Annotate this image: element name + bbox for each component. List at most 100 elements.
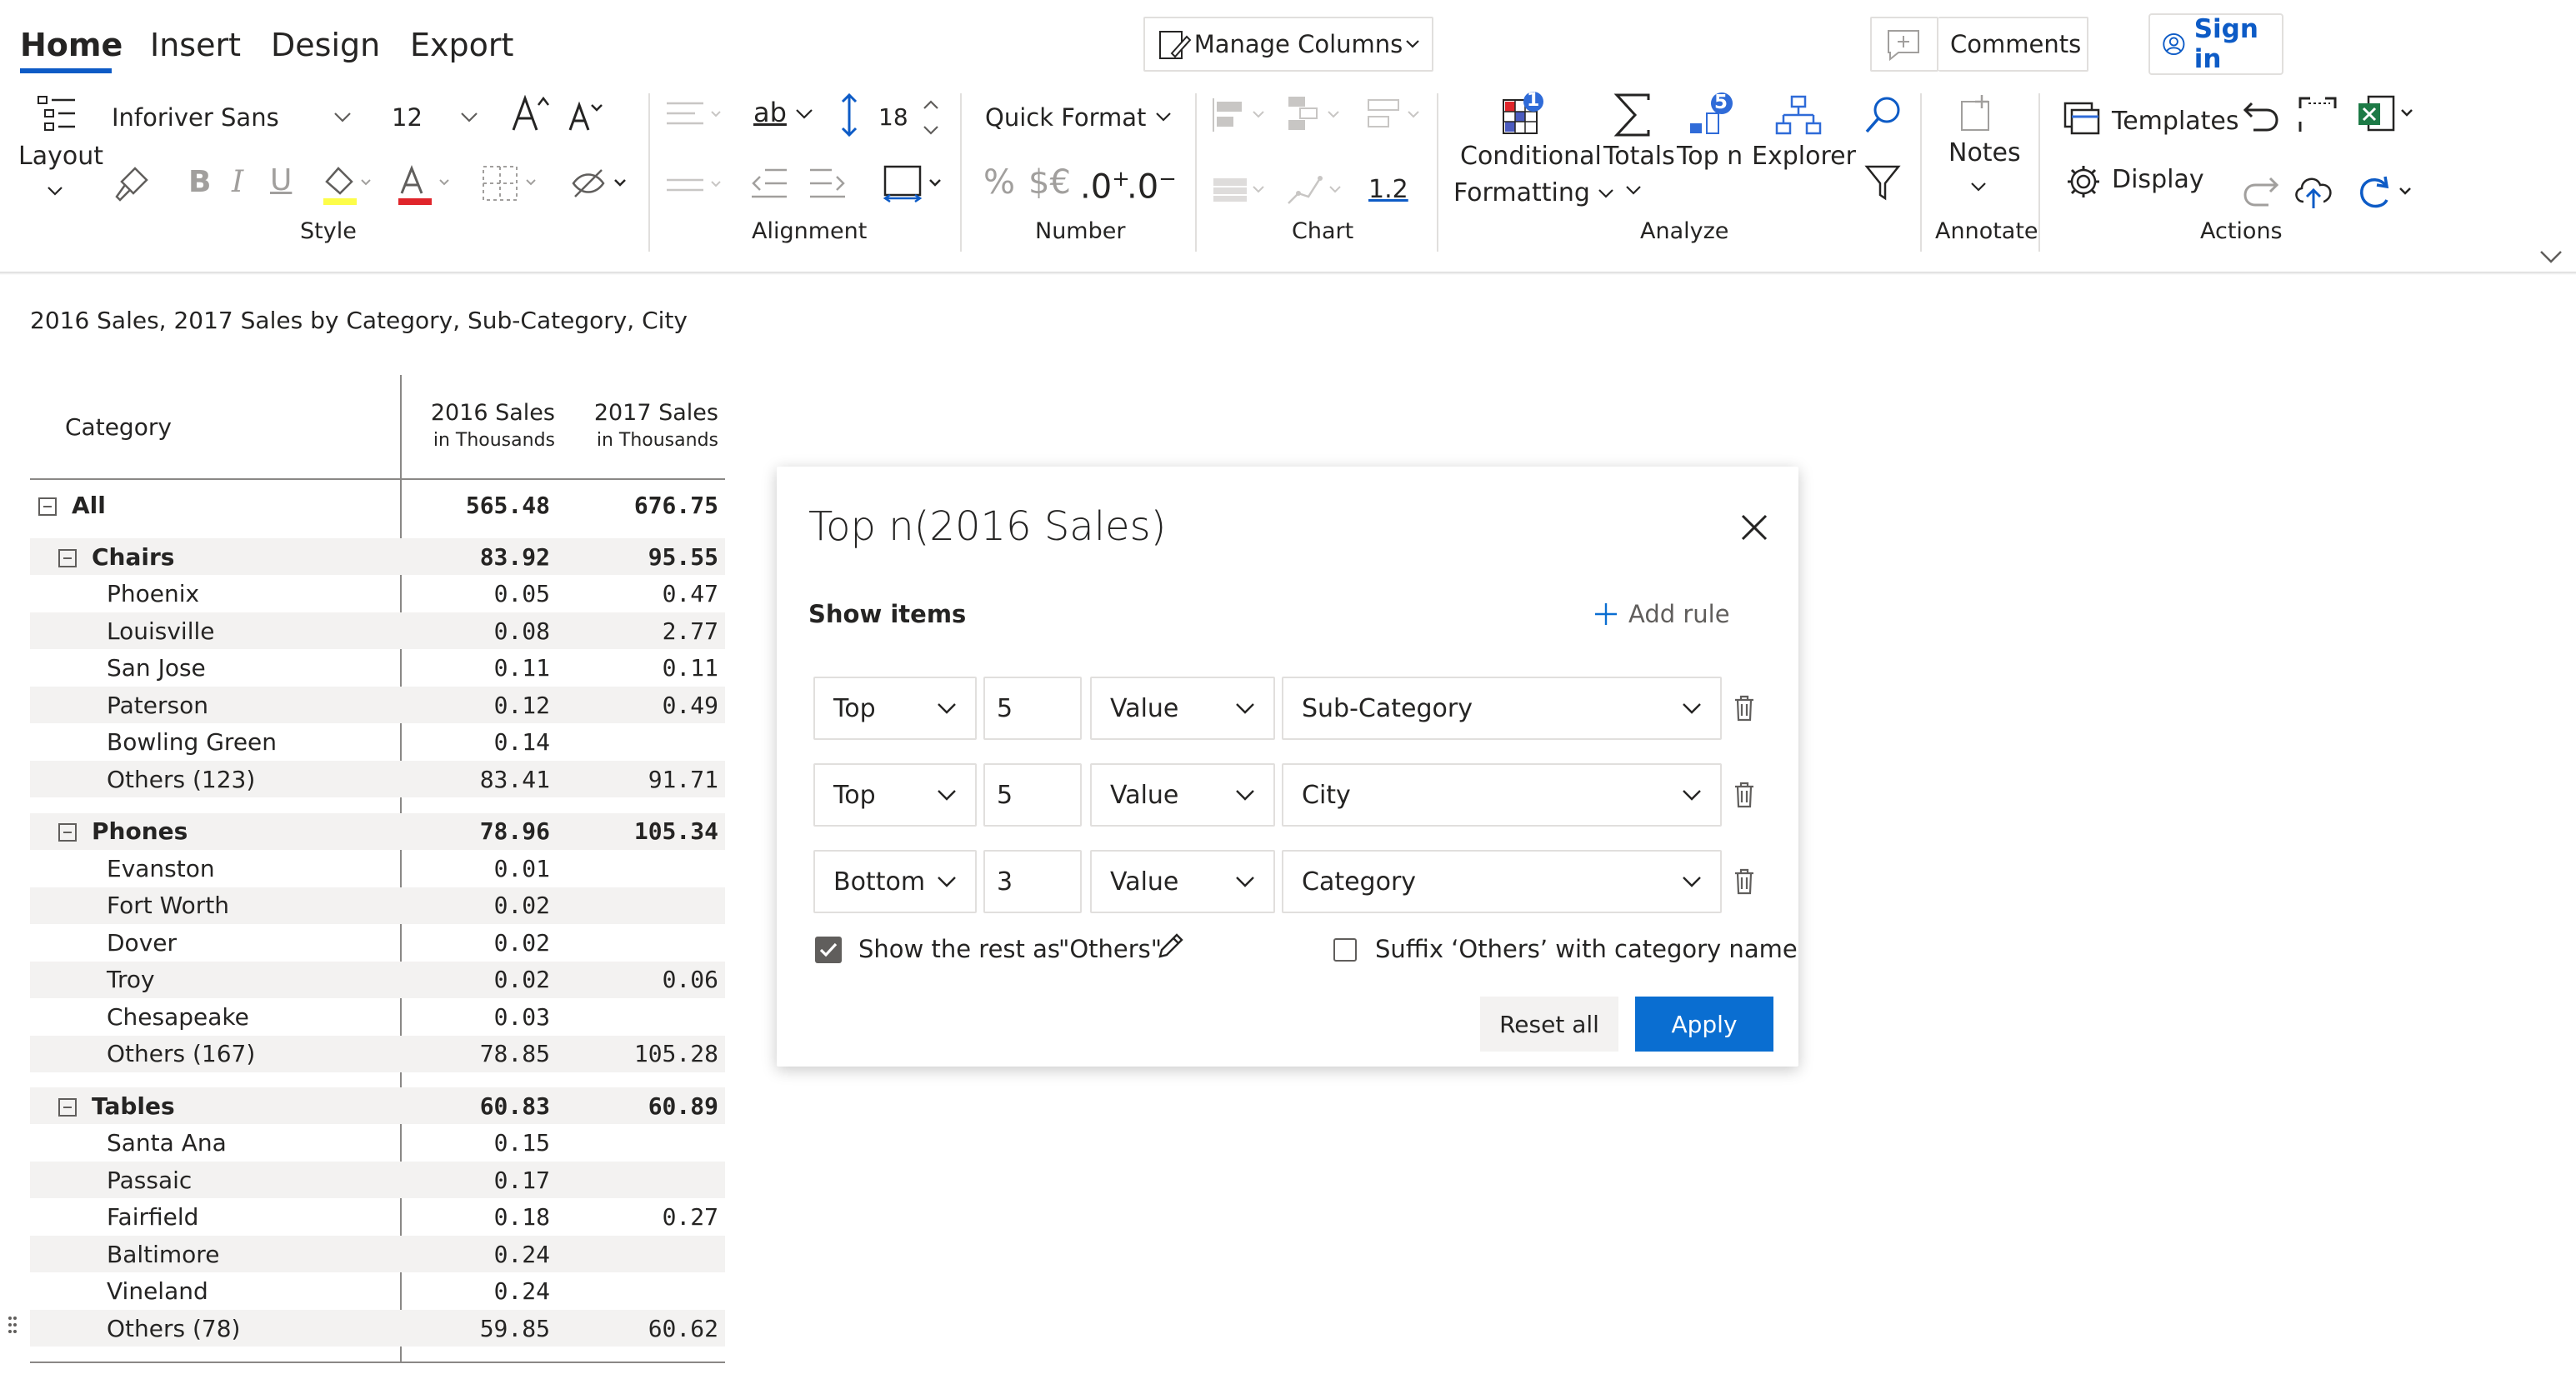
chevron-down-icon[interactable] xyxy=(795,108,813,120)
explorer-hierarchy-icon[interactable] xyxy=(1775,93,1822,138)
collapse-icon[interactable] xyxy=(58,823,77,842)
collapse-icon[interactable] xyxy=(58,548,77,567)
rule-direction-select[interactable]: Top xyxy=(813,763,977,827)
drag-handle-icon[interactable] xyxy=(7,1315,18,1335)
rule-basis-select[interactable]: Value xyxy=(1090,677,1275,740)
rule-direction-select[interactable]: Top xyxy=(813,677,977,740)
totals-sigma-icon[interactable] xyxy=(1612,92,1655,138)
increase-indent-icon[interactable] xyxy=(807,165,848,202)
rule-field-select[interactable]: Sub-Category xyxy=(1282,677,1722,740)
table-row[interactable]: Baltimore 0.24 xyxy=(30,1236,725,1272)
conditional-formatting-icon[interactable] xyxy=(1500,90,1548,138)
close-icon[interactable] xyxy=(1740,513,1768,542)
show-rest-checkbox[interactable] xyxy=(815,937,842,963)
rule-count-input[interactable]: 5 xyxy=(983,677,1082,740)
font-decrease-icon[interactable] xyxy=(565,95,605,135)
notes-icon[interactable] xyxy=(1957,92,2000,135)
bar-chart-icon[interactable] xyxy=(1210,95,1277,135)
explorer-label[interactable]: Explorer xyxy=(1752,142,1856,171)
format-painter-icon[interactable] xyxy=(112,163,152,203)
font-family-select[interactable]: Inforiver Sans xyxy=(100,90,363,145)
table-row[interactable]: Bowling Green 0.14 xyxy=(30,724,725,761)
table-row[interactable]: Others (78) 59.85 60.62 xyxy=(30,1310,725,1347)
settings-gear-icon[interactable] xyxy=(2065,163,2102,200)
rule-field-select[interactable]: City xyxy=(1282,763,1722,827)
collapse-icon[interactable] xyxy=(38,497,57,516)
table-row[interactable]: Chesapeake 0.03 xyxy=(30,998,725,1035)
rule-direction-select[interactable]: Bottom xyxy=(813,850,977,913)
waterfall-chart-icon[interactable] xyxy=(1282,93,1352,135)
edit-pencil-icon[interactable] xyxy=(1157,932,1185,960)
delete-rule-icon[interactable] xyxy=(1733,695,1755,722)
table-group-row[interactable]: All 565.48 676.75 xyxy=(30,487,725,523)
export-excel-icon[interactable] xyxy=(2357,93,2415,137)
font-increase-icon[interactable] xyxy=(508,92,552,135)
currency-format-button[interactable]: $€ xyxy=(1028,163,1071,202)
italic-button[interactable]: I xyxy=(232,165,243,199)
display-label[interactable]: Display xyxy=(2112,165,2204,194)
search-icon[interactable] xyxy=(1863,95,1903,135)
layout-label[interactable]: Layout xyxy=(18,142,103,171)
table-row[interactable]: Fairfield 0.18 0.27 xyxy=(30,1199,725,1236)
table-row[interactable]: Paterson 0.12 0.49 xyxy=(30,687,725,723)
quick-format-dropdown[interactable]: Quick Format xyxy=(973,90,1183,145)
table-row[interactable]: Phoenix 0.05 0.47 xyxy=(30,576,725,612)
manage-columns-button[interactable]: Manage Columns xyxy=(1143,17,1433,72)
comments-dropdown[interactable]: Comments xyxy=(1938,17,2088,72)
collapse-icon[interactable] xyxy=(58,1097,77,1117)
conditional-formatting-label[interactable]: Conditional xyxy=(1460,142,1602,171)
fit-to-screen-icon[interactable] xyxy=(2297,95,2338,135)
row-height-value[interactable]: 18 xyxy=(878,103,908,131)
table-chart-icon[interactable] xyxy=(1210,173,1277,207)
cloud-upload-icon[interactable] xyxy=(2292,172,2337,210)
font-color-icon[interactable] xyxy=(395,162,453,207)
header-2016-sales[interactable]: 2016 Sales xyxy=(431,400,555,426)
percent-format-button[interactable]: % xyxy=(983,163,1015,202)
refresh-icon[interactable] xyxy=(2355,173,2413,210)
redo-icon[interactable] xyxy=(2242,172,2280,210)
add-comment-button[interactable] xyxy=(1870,17,1938,72)
tab-insert[interactable]: Insert xyxy=(150,27,241,63)
collapse-ribbon-icon[interactable] xyxy=(2538,248,2563,265)
delete-rule-icon[interactable] xyxy=(1733,782,1755,808)
table-row[interactable]: Fort Worth 0.02 xyxy=(30,887,725,924)
undo-icon[interactable] xyxy=(2242,97,2280,135)
text-wrap-button[interactable]: ab xyxy=(753,97,787,128)
borders-icon[interactable] xyxy=(480,163,545,203)
table-group-row[interactable]: Phones 78.96 105.34 xyxy=(30,812,725,850)
rule-basis-select[interactable]: Value xyxy=(1090,850,1275,913)
table-row[interactable]: Others (167) 78.85 105.28 xyxy=(30,1035,725,1072)
table-row[interactable]: Louisville 0.08 2.77 xyxy=(30,612,725,649)
underline-button[interactable]: U xyxy=(270,163,292,197)
fill-color-icon[interactable] xyxy=(320,162,372,207)
delete-rule-icon[interactable] xyxy=(1733,868,1755,895)
templates-icon[interactable] xyxy=(2062,100,2102,137)
suffix-others-checkbox[interactable] xyxy=(1333,938,1357,962)
top-n-label[interactable]: Top n xyxy=(1677,142,1743,171)
vertical-align-icon[interactable] xyxy=(663,168,728,202)
decrease-decimal-button[interactable]: .0− xyxy=(1127,167,1177,206)
table-row[interactable]: Vineland 0.24 xyxy=(30,1273,725,1310)
tab-design[interactable]: Design xyxy=(271,27,380,63)
rule-field-select[interactable]: Category xyxy=(1282,850,1722,913)
data-labels-button[interactable]: 1.2 xyxy=(1368,175,1408,204)
table-row[interactable]: Passaic 0.17 xyxy=(30,1162,725,1198)
rule-count-input[interactable]: 3 xyxy=(983,850,1082,913)
tab-home[interactable]: Home xyxy=(20,27,123,63)
header-category[interactable]: Category xyxy=(65,413,172,441)
table-row[interactable]: Others (123) 83.41 91.71 xyxy=(30,761,725,797)
chevron-down-icon[interactable] xyxy=(1970,182,1987,193)
formatting-label[interactable]: Formatting xyxy=(1453,178,1614,207)
variance-chart-icon[interactable] xyxy=(1363,95,1433,135)
table-row[interactable]: Dover 0.02 xyxy=(30,924,725,961)
rule-count-input[interactable]: 5 xyxy=(983,763,1082,827)
table-group-row[interactable]: Tables 60.83 60.89 xyxy=(30,1087,725,1124)
sign-in-button[interactable]: Sign in xyxy=(2148,13,2283,75)
table-row[interactable]: Troy 0.02 0.06 xyxy=(30,961,725,998)
top-n-icon[interactable] xyxy=(1687,90,1740,138)
totals-label[interactable]: Totals xyxy=(1603,142,1675,171)
clear-format-icon[interactable] xyxy=(567,163,633,203)
decrease-indent-icon[interactable] xyxy=(748,165,790,202)
tab-export[interactable]: Export xyxy=(410,27,513,63)
table-row[interactable]: Santa Ana 0.15 xyxy=(30,1125,725,1162)
